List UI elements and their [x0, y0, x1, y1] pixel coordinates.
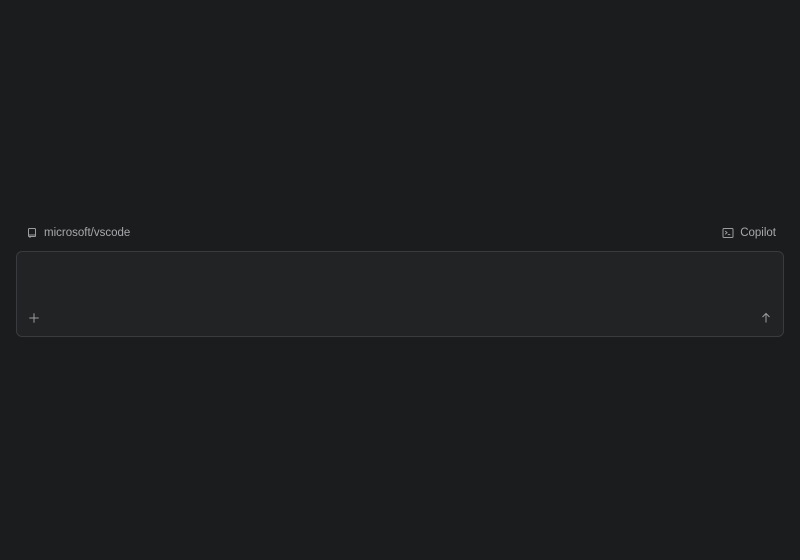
add-attachment-button[interactable] [25, 309, 43, 327]
plus-icon [28, 312, 40, 324]
composer-context-bar: microsoft/vscode Copilot [16, 224, 784, 242]
repo-icon [26, 227, 38, 239]
agent-selector[interactable]: Copilot [713, 224, 784, 242]
arrow-up-icon [760, 312, 772, 324]
chat-composer [16, 251, 784, 337]
chat-input[interactable] [29, 262, 769, 302]
chat-page: microsoft/vscode Copilot [0, 0, 800, 560]
agent-name: Copilot [740, 227, 776, 239]
terminal-icon [722, 227, 734, 239]
repository-name: microsoft/vscode [44, 227, 131, 239]
send-button[interactable] [758, 310, 774, 326]
repository-selector[interactable]: microsoft/vscode [16, 224, 139, 242]
